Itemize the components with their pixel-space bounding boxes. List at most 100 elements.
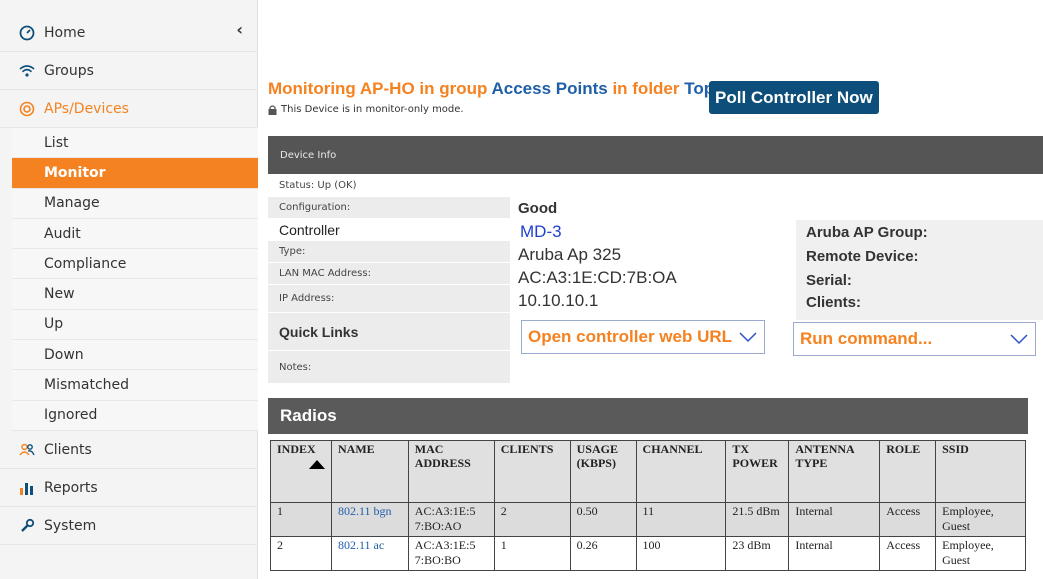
nav-groups[interactable]: Groups [0, 52, 258, 90]
nav-system[interactable]: System [0, 507, 258, 545]
radio-name-link[interactable]: 802.11 bgn [331, 502, 409, 537]
remote-device-label: Remote Device: [806, 248, 919, 265]
column-header-clients[interactable]: CLIENTS [493, 440, 571, 503]
table-row: 2 802.11 ac AC:A3:1E:5 7:BO:BO 1 0.26 10… [270, 536, 1026, 571]
nav-reports[interactable]: Reports [0, 469, 258, 507]
column-header-index[interactable]: INDEX [270, 440, 332, 503]
table-row: 1 802.11 bgn AC:A3:1E:5 7:BO:AO 2 0.50 1… [270, 502, 1026, 537]
open-controller-dropdown[interactable]: Open controller web URL [521, 320, 765, 354]
nav-clients[interactable]: Clients [0, 431, 258, 469]
column-header-channel[interactable]: CHANNEL [635, 440, 727, 503]
subnav-manage[interactable]: Manage [12, 188, 258, 219]
sort-ascending-icon [309, 460, 325, 469]
subnav-label: Mismatched [44, 377, 130, 394]
lan-mac-value: AC:A3:1E:CD:7B:OA [518, 268, 677, 287]
aps-devices-submenu: List Monitor Manage Audit Compliance New… [12, 128, 258, 431]
subnav-monitor[interactable]: Monitor [12, 158, 258, 189]
sidebar: ‹ Home Groups APs/Devices List Monitor M… [0, 0, 258, 579]
type-label: Type: [268, 241, 510, 263]
subnav-label: Up [44, 316, 64, 333]
group-link[interactable]: Access Points [491, 79, 607, 98]
column-header-label: MAC ADDRESS [414, 442, 471, 470]
nav-clients-label: Clients [44, 441, 92, 458]
subnav-label: List [44, 134, 69, 151]
controller-label: Controller [268, 219, 510, 241]
users-icon [18, 441, 36, 459]
subnav-ignored[interactable]: Ignored [12, 400, 258, 431]
radio-name-link[interactable]: 802.11 ac [331, 536, 409, 571]
column-header-antenna[interactable]: ANTENNA TYPE [788, 440, 881, 503]
poll-controller-button[interactable]: Poll Controller Now [709, 81, 879, 114]
column-header-tx-power[interactable]: TX POWER [725, 440, 790, 503]
cell-antenna: Internal [788, 536, 881, 571]
cell-role: Access [879, 536, 937, 571]
aruba-ap-group-label: Aruba AP Group: [806, 224, 928, 241]
subnav-down[interactable]: Down [12, 340, 258, 371]
column-header-label: CHANNEL [642, 442, 703, 456]
configuration-label: Configuration: [268, 197, 510, 219]
title-mid: in folder [607, 79, 685, 98]
nav-home-label: Home [44, 24, 86, 41]
monitor-mode-note: This Device is in monitor-only mode. [268, 104, 464, 115]
device-info-panel: Status: Up (OK) Configuration: Controlle… [268, 174, 1043, 384]
dashboard-icon [18, 24, 36, 42]
controller-link[interactable]: MD-3 [520, 222, 562, 242]
title-prefix: Monitoring AP-HO in group [268, 79, 492, 98]
open-controller-dropdown-label: Open controller web URL [528, 327, 733, 346]
column-header-usage[interactable]: USAGE (KBPS) [569, 440, 637, 503]
device-info-title: Device Info [280, 149, 337, 161]
subnav-mismatched[interactable]: Mismatched [12, 370, 258, 401]
column-header-mac[interactable]: MAC ADDRESS [407, 440, 495, 503]
column-header-label: USAGE (KBPS) [576, 442, 618, 470]
notes-label-text: Notes: [279, 361, 312, 373]
mode-note-text: This Device is in monitor-only mode. [281, 104, 464, 115]
subnav-new[interactable]: New [12, 279, 258, 310]
subnav-audit[interactable]: Audit [12, 218, 258, 250]
lan-mac-label-text: LAN MAC Address: [279, 268, 371, 279]
quick-links-label: Quick Links [268, 313, 510, 351]
run-command-dropdown-label: Run command... [800, 329, 933, 348]
column-header-label: SSID [942, 442, 969, 456]
subnav-label: New [44, 286, 75, 303]
column-header-name[interactable]: NAME [331, 440, 409, 503]
subnav-list[interactable]: List [12, 128, 258, 159]
nav-aps-devices[interactable]: APs/Devices [0, 90, 258, 128]
column-header-label: CLIENTS [500, 442, 554, 456]
status-text: Status: Up (OK) [279, 179, 357, 191]
cell-channel: 100 [635, 536, 727, 571]
clients-label: Clients: [806, 294, 862, 311]
ip-label-text: IP Address: [279, 293, 335, 304]
bar-chart-icon [18, 479, 36, 497]
radios-header: Radios [268, 398, 1028, 434]
configuration-value: Good [518, 200, 558, 217]
cell-channel: 11 [635, 502, 727, 537]
nav-home[interactable]: Home [0, 14, 258, 52]
column-header-role[interactable]: ROLE [879, 440, 937, 503]
notes-label: Notes: [268, 351, 510, 384]
quick-links-label-text: Quick Links [279, 323, 359, 340]
column-header-label: NAME [338, 442, 375, 456]
run-command-dropdown[interactable]: Run command... [793, 322, 1036, 356]
subnav-label: Manage [44, 195, 100, 212]
cell-ssid: Employee, Guest [935, 502, 1026, 537]
subnav-label: Monitor [44, 164, 106, 181]
cell-usage: 0.50 [569, 502, 637, 537]
subnav-label: Ignored [44, 407, 98, 424]
configuration-label-text: Configuration: [279, 202, 351, 213]
nav-aps-devices-label: APs/Devices [44, 100, 129, 117]
subnav-up[interactable]: Up [12, 309, 258, 341]
column-header-label: ANTENNA TYPE [795, 442, 855, 470]
ip-label: IP Address: [268, 285, 510, 313]
radios-table: INDEX NAME MAC ADDRESS CLIENTS USAGE (KB… [270, 440, 1026, 571]
subnav-compliance[interactable]: Compliance [12, 249, 258, 280]
radios-header-row: INDEX NAME MAC ADDRESS CLIENTS USAGE (KB… [270, 440, 1026, 503]
column-header-ssid[interactable]: SSID [935, 440, 1026, 503]
subnav-label: Down [44, 346, 84, 363]
chevron-down-icon [738, 328, 758, 351]
cell-antenna: Internal [788, 502, 881, 537]
cell-index: 2 [270, 536, 332, 571]
wifi-icon [18, 62, 36, 80]
column-header-label: TX POWER [732, 442, 778, 470]
cell-clients: 1 [493, 536, 571, 571]
ip-value: 10.10.10.1 [518, 291, 599, 310]
